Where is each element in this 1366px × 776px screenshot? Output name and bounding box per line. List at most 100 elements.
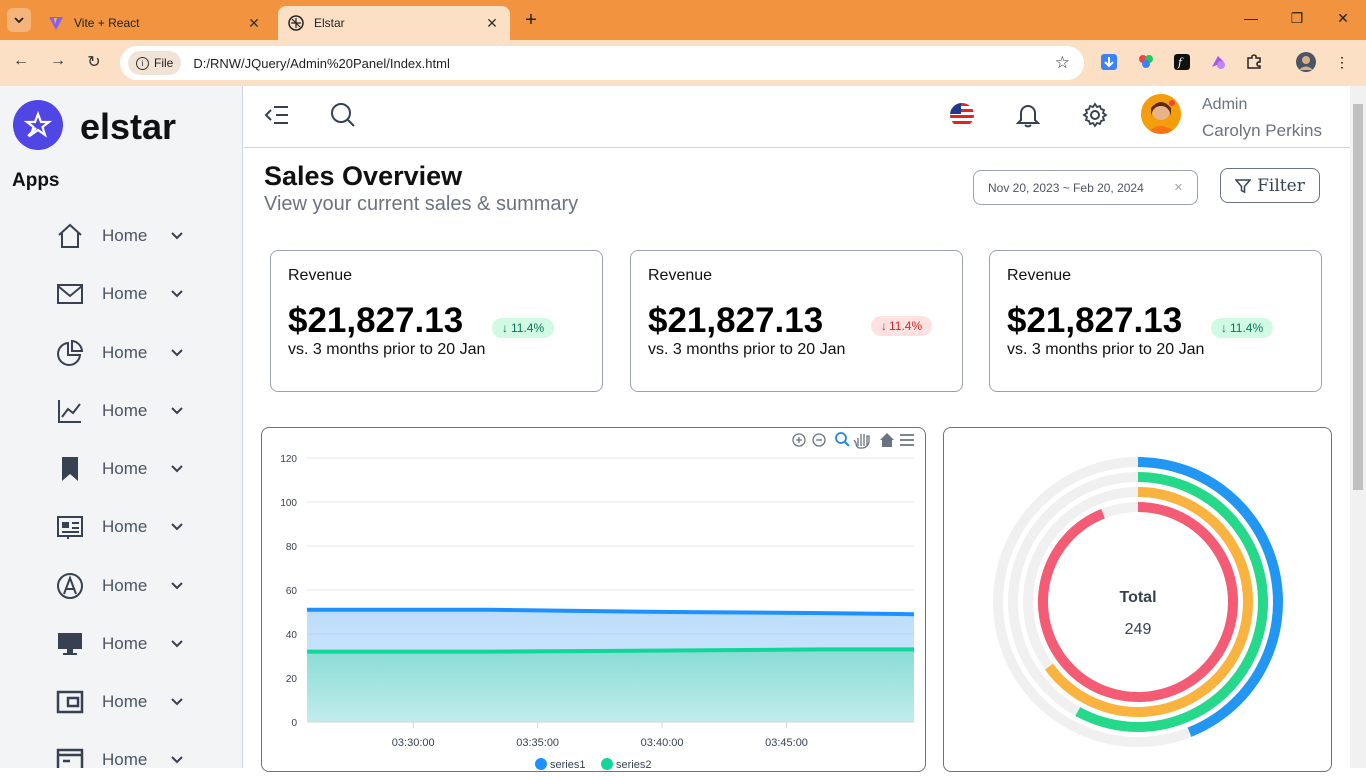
sidebar-item-label: Home [102,284,148,303]
date-range-picker[interactable]: Nov 20, 2023 ~ Feb 20, 2024 ✕ [973,170,1198,205]
chevron-down-icon [171,756,183,764]
sidebar-item-monitor[interactable]: Home [56,624,196,664]
tab-search-button[interactable] [7,8,31,32]
chart-legend: series1 series2 [535,758,651,771]
main-content: Sales Overview View your current sales &… [244,149,1350,772]
card-title: Revenue [1007,267,1072,284]
growth-badge: ↓ 11.4% [871,316,933,336]
close-tab-icon[interactable]: ✕ [246,15,262,32]
card-value: $21,827.13 [1007,301,1183,340]
color-picker-extension-icon[interactable] [1136,52,1156,72]
address-bar[interactable]: i File D:/RNW/JQuery/Admin%20Panel/Index… [120,46,1084,80]
arrow-down-icon: ↓ [502,321,508,335]
selection-zoom-icon[interactable] [835,432,850,447]
user-role: Admin [1202,96,1248,113]
chevron-down-icon [171,232,183,240]
scrollbar-thumb[interactable] [1353,104,1363,490]
user-avatar[interactable] [1141,94,1181,134]
us-flag-icon[interactable] [947,100,977,130]
pie-chart-icon [56,339,84,367]
browser-tab-elstar[interactable]: Elstar ✕ [278,6,510,40]
y-tick-label: 60 [286,586,298,597]
extensions-puzzle-icon[interactable] [1244,52,1264,72]
y-tick-label: 40 [286,630,298,641]
new-tab-button[interactable]: + [520,9,542,32]
clear-date-icon[interactable]: ✕ [1174,181,1183,194]
profile-avatar-icon[interactable] [1296,52,1316,72]
sidebar-item-label: Home [102,750,148,768]
forward-icon[interactable]: → [47,52,69,70]
badge-value: 11.4% [889,319,923,333]
area-fill-series2 [307,649,914,722]
collapse-sidebar-icon[interactable] [262,100,292,130]
browser-tab-vite[interactable]: Vite + React ✕ [38,6,272,40]
card-value: $21,827.13 [648,301,824,340]
badge-value: 11.4% [511,321,545,335]
x-tick-label: 03:45:00 [765,737,808,749]
search-icon[interactable] [328,100,358,130]
radial-total-chart: Total 249 [943,427,1332,772]
gradient-extension-icon[interactable] [1208,52,1228,72]
sidebar-item-home[interactable]: Home [56,216,196,256]
download-extension-icon[interactable] [1099,52,1119,72]
y-tick-label: 0 [291,718,297,729]
y-tick-label: 120 [280,454,297,465]
sidebar-item-bookmark[interactable]: Home [56,449,196,489]
user-name: Carolyn Perkins [1202,121,1322,140]
sidebar-item-analytics[interactable]: Home [56,391,196,431]
sidebar-item-card[interactable]: Home [56,507,196,547]
donut-total-label: Total [1119,589,1156,606]
monitor-icon [56,630,84,658]
sidebar-item-window[interactable]: Home [56,740,196,768]
notification-bell-icon[interactable] [1013,100,1043,130]
sidebar-item-label: Home [102,634,148,653]
chevron-down-icon [171,349,183,357]
reset-home-icon[interactable] [880,433,894,447]
card-comparison: vs. 3 months prior to 20 Jan [648,341,846,358]
sidebar: elstar Apps Home Home Home Home Home Hom… [0,86,243,768]
site-info-chip[interactable]: i File [128,51,182,75]
date-range-value: Nov 20, 2023 ~ Feb 20, 2024 [988,180,1144,195]
sidebar-item-mail[interactable]: Home [56,274,196,314]
zoom-out-icon[interactable] [812,433,826,447]
revenue-card: Revenue $21,827.13 ↓ 11.4% vs. 3 months … [989,250,1322,392]
revenue-card: Revenue $21,827.13 ↓ 11.4% vs. 3 months … [630,250,963,392]
page-subtitle: View your current sales & summary [264,193,579,215]
browser-menu-icon[interactable]: ⋮ [1332,52,1352,72]
back-icon[interactable]: ← [10,52,32,70]
pan-hand-icon[interactable] [853,434,870,449]
y-tick-label: 80 [286,542,298,553]
url-text: D:/RNW/JQuery/Admin%20Panel/Index.html [193,55,450,71]
sales-area-chart: 0 20 40 60 80 100 120 03:30:00 03:35:00 03:40:00… [261,427,926,772]
elstar-tab-icon [288,15,304,31]
page-scrollbar[interactable] [1350,86,1366,768]
legend-marker-series2 [601,758,613,770]
browser-tab-bar: Vite + React ✕ Elstar ✕ + — ❐ ✕ [0,0,1366,40]
info-icon: i [136,56,149,70]
filter-button[interactable]: Filter [1220,168,1320,203]
restore-icon[interactable]: ❐ [1287,10,1307,27]
sidebar-item-label: Home [102,401,148,420]
chart-menu-icon[interactable] [900,434,914,446]
arrow-down-icon: ↓ [1221,321,1227,335]
close-tab-icon[interactable]: ✕ [484,15,500,32]
sidebar-item-wallet[interactable]: Home [56,682,196,722]
sidebar-item-label: Home [102,692,148,711]
legend-marker-series1 [535,758,547,770]
series-line-series2 [307,647,914,654]
font-extension-icon[interactable]: f [1172,52,1192,72]
minimize-icon[interactable]: — [1241,10,1261,26]
settings-gear-icon[interactable] [1080,100,1110,130]
sidebar-item-label: Home [102,517,148,536]
card-comparison: vs. 3 months prior to 20 Jan [1007,341,1205,358]
bookmark-star-icon[interactable]: ☆ [1055,53,1070,73]
reload-icon[interactable]: ↻ [83,52,105,72]
sidebar-item-compass[interactable]: Home [56,566,196,606]
close-window-icon[interactable]: ✕ [1333,10,1353,27]
sidebar-item-pie[interactable]: Home [56,333,196,373]
zoom-in-icon[interactable] [792,433,806,447]
filter-funnel-icon [1235,178,1252,193]
badge-value: 11.4% [1230,321,1264,335]
donut-total-value: 249 [1125,621,1152,638]
home-icon [56,222,84,250]
